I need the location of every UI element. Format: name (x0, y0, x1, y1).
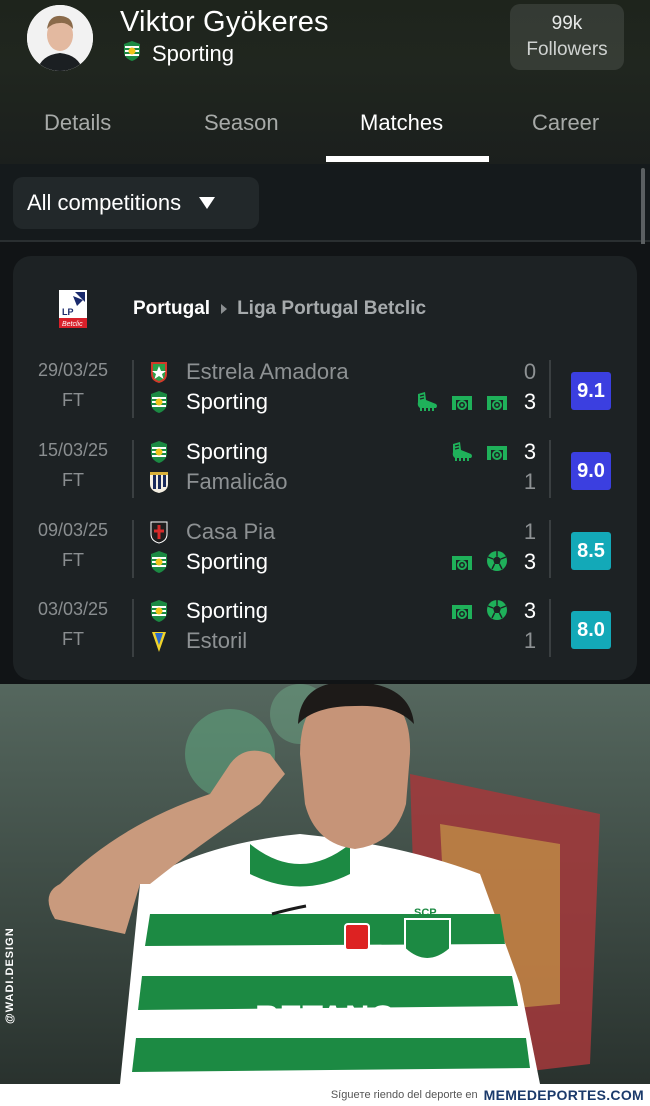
away-score: 1 (523, 628, 537, 653)
player-name: Viktor Gyökeres (120, 6, 329, 38)
home-team: Estrela Amadora (148, 358, 548, 386)
followers-label: Followers (526, 39, 608, 60)
player-rating-badge: 8.5 (571, 532, 611, 570)
match-status: FT (62, 550, 84, 570)
breadcrumb-country: Portugal (133, 298, 211, 319)
competition-dropdown-label: All competitions (27, 190, 182, 215)
match-date: 15/03/25 (37, 440, 109, 460)
player-rating-badge: 8.0 (571, 611, 611, 649)
match-status: FT (62, 390, 84, 410)
away-team: Famalicão (148, 468, 548, 496)
divider (549, 520, 551, 578)
away-team-name: Sporting (186, 389, 268, 414)
profile-header: Viktor Gyökeres Sporting 99k Followers D… (0, 0, 650, 164)
away-score: 3 (523, 549, 537, 574)
sporting-crest-icon (148, 599, 170, 623)
home-score: 1 (523, 519, 537, 544)
ball-icon (484, 548, 510, 579)
site-footer: Sígueте riendo del deporte en MEMEDEPORT… (0, 1084, 650, 1106)
league-logo-icon[interactable]: LP Betclic (59, 290, 87, 328)
jersey-badge-text: SCP (414, 907, 437, 919)
goal-icon (449, 597, 475, 628)
match-status: FT (62, 470, 84, 490)
estoril-crest-icon (148, 629, 170, 653)
match-date: 09/03/25 (37, 520, 109, 540)
divider (132, 360, 134, 418)
tab-career[interactable]: Career (532, 110, 599, 136)
divider (132, 599, 134, 657)
breadcrumb-league: Liga Portugal Betclic (237, 298, 427, 319)
active-tab-indicator (326, 156, 489, 162)
match-row[interactable]: 15/03/25 FT Sporting Famalicão 3 1 9.0 (13, 438, 637, 508)
divider (132, 440, 134, 498)
divider (132, 520, 134, 578)
match-date: 03/03/25 (37, 599, 109, 619)
home-score: 3 (523, 598, 537, 623)
tab-matches[interactable]: Matches (360, 110, 443, 136)
assist-boot-icon (414, 388, 440, 419)
league-logo-text: LP (62, 307, 74, 317)
goal-icon (484, 388, 510, 419)
club-name: Sporting (152, 40, 234, 66)
league-logo-subtext: Betclic (62, 321, 83, 328)
player-rating-badge: 9.1 (571, 372, 611, 410)
match-row[interactable]: 29/03/25 FT Estrela Amadora Sporting 0 3 9.1 (13, 358, 637, 428)
famalicao-crest-icon (148, 470, 170, 494)
divider (549, 440, 551, 498)
breadcrumb-arrow-icon (221, 304, 228, 314)
sporting-crest-icon (148, 440, 170, 464)
league-matches-card: LP Betclic Portugal Liga Portugal Betcli… (13, 256, 637, 680)
follow-button[interactable]: 99k Followers (510, 4, 624, 70)
tab-details[interactable]: Details (44, 110, 111, 136)
goal-icon (449, 388, 475, 419)
sporting-crest-icon (148, 390, 170, 414)
dropdown-arrow-icon (199, 197, 216, 209)
footer-site-link[interactable]: MEMEDEPORTES.COM (484, 1087, 644, 1103)
away-team-name: Estoril (186, 628, 248, 653)
sporting-crest-icon (122, 40, 142, 67)
tab-season[interactable]: Season (204, 110, 279, 136)
goal-icon (449, 548, 475, 579)
home-team-name: Estrela Amadora (186, 359, 349, 384)
player-events (449, 438, 510, 469)
away-score: 1 (523, 469, 537, 494)
away-team-name: Famalicão (186, 469, 288, 494)
away-team-name: Sporting (186, 549, 268, 574)
photo-watermark: @WADI.DESIGN (4, 927, 16, 1024)
club-row[interactable]: Sporting (122, 40, 234, 67)
divider (549, 360, 551, 418)
match-row[interactable]: 03/03/25 FT Sporting Estoril 3 1 8.0 (13, 597, 637, 667)
footer-text: Sígueте riendo del deporte en (330, 1089, 478, 1101)
sporting-crest-icon (148, 550, 170, 574)
away-team: Estoril (148, 627, 548, 655)
home-score: 0 (523, 359, 537, 384)
player-photo: BETANO SCP @WADI.DESIGN (0, 684, 650, 1084)
away-score: 3 (523, 389, 537, 414)
home-team-name: Sporting (186, 598, 268, 623)
goal-icon (484, 438, 510, 469)
assist-boot-icon (449, 438, 475, 469)
home-team-name: Sporting (186, 439, 268, 464)
player-events (449, 548, 510, 579)
estrela-crest-icon (148, 360, 170, 384)
match-date: 29/03/25 (37, 360, 109, 380)
player-events (449, 597, 510, 628)
home-score: 3 (523, 439, 537, 464)
profile-tabs: Details Season Matches Career (0, 96, 650, 164)
divider (549, 599, 551, 657)
match-row[interactable]: 09/03/25 FT Casa Pia Sporting 1 3 8.5 (13, 518, 637, 588)
player-avatar[interactable] (27, 5, 93, 71)
jersey-sponsor: BETANO (255, 999, 396, 1037)
home-team: Casa Pia (148, 518, 548, 546)
league-breadcrumb[interactable]: Portugal Liga Portugal Betclic (133, 298, 426, 320)
filter-bar: All competitions (0, 164, 650, 242)
competition-dropdown[interactable]: All competitions (13, 177, 259, 229)
player-rating-badge: 9.0 (571, 452, 611, 490)
casapia-crest-icon (148, 520, 170, 544)
match-status: FT (62, 629, 84, 649)
ball-icon (484, 597, 510, 628)
player-events (414, 388, 510, 419)
followers-count: 99k (551, 13, 583, 34)
home-team-name: Casa Pia (186, 519, 276, 544)
